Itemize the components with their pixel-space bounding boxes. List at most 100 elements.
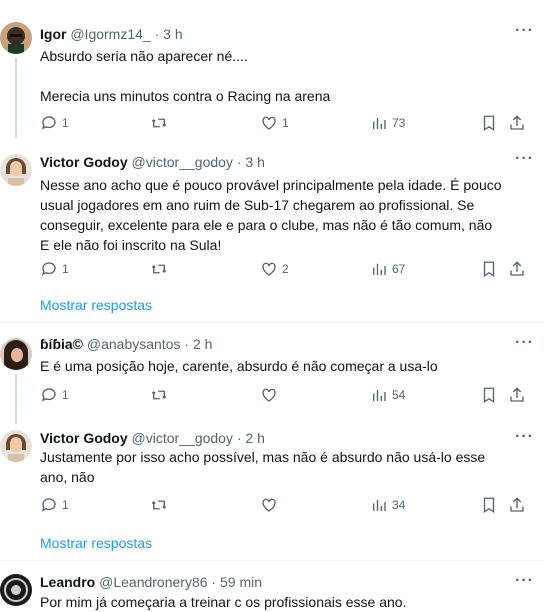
display-name[interactable]: Igor — [40, 26, 66, 42]
timestamp[interactable]: 3 h — [163, 26, 182, 42]
reply-header: Victor Godoy @victor__godoy · 3 h — [40, 152, 265, 172]
retweet-button[interactable] — [150, 259, 172, 279]
thread-line — [15, 58, 17, 138]
like-button[interactable]: 1 — [260, 113, 289, 133]
views-icon — [373, 117, 386, 129]
timestamp[interactable]: 59 min — [220, 574, 262, 590]
display-name[interactable]: Victor Godoy — [40, 154, 128, 170]
show-replies-link[interactable]: Mostrar respostas — [40, 297, 152, 313]
heart-icon — [262, 116, 276, 130]
separator: · — [154, 26, 160, 42]
bookmark-button[interactable] — [480, 259, 498, 279]
more-icon[interactable]: ··· — [515, 572, 534, 590]
comment-icon — [41, 262, 56, 276]
share-icon — [510, 497, 524, 512]
reply-button[interactable]: 1 — [40, 385, 69, 405]
display-name[interactable]: ɓíɓia© — [40, 336, 83, 352]
views-icon — [373, 499, 386, 511]
reply-leandro[interactable]: Leandro @Leandronery86 · 59 min ··· Por … — [0, 572, 540, 610]
share-button[interactable] — [508, 113, 526, 133]
more-icon[interactable]: ··· — [515, 22, 534, 40]
separator: · — [184, 336, 190, 352]
more-icon[interactable]: ··· — [515, 150, 534, 168]
retweet-icon — [151, 118, 167, 128]
reply-text: Justamente por isso acho possível, mas n… — [40, 449, 486, 485]
action-bar: 1 54 — [40, 385, 530, 405]
reply-button[interactable]: 1 — [40, 495, 69, 515]
show-replies-link[interactable]: Mostrar respostas — [40, 535, 152, 551]
bookmark-icon — [483, 115, 495, 132]
display-name[interactable]: Victor Godoy — [40, 430, 128, 446]
handle[interactable]: @anabysantos — [87, 336, 181, 352]
comment-icon — [41, 116, 56, 130]
reply-bibia[interactable]: ɓíɓia© @anabysantos · 2 h ··· E é uma po… — [0, 334, 540, 424]
separator: · — [211, 574, 217, 590]
like-button[interactable] — [260, 385, 282, 405]
like-button[interactable]: 2 — [260, 259, 289, 279]
action-bar: 1 2 67 — [40, 259, 530, 279]
divider — [0, 322, 545, 323]
views-icon — [373, 263, 386, 275]
avatar[interactable] — [0, 574, 32, 606]
bookmark-icon — [483, 497, 495, 514]
retweet-button[interactable] — [150, 495, 172, 515]
share-icon — [510, 115, 524, 130]
retweet-icon — [151, 500, 167, 510]
bookmark-button[interactable] — [480, 385, 498, 405]
timestamp[interactable]: 2 h — [245, 430, 264, 446]
retweet-icon — [151, 390, 167, 400]
reply-victor-2[interactable]: Victor Godoy @victor__godoy · 2 h ··· Ju… — [0, 428, 540, 528]
avatar[interactable] — [0, 22, 32, 54]
comment-icon — [41, 388, 56, 402]
reply-text: E é uma posição hoje, carente, absurdo é… — [40, 358, 438, 374]
handle[interactable]: @Leandronery86 — [99, 574, 207, 590]
action-bar: 1 1 73 — [40, 113, 530, 133]
more-icon[interactable]: ··· — [515, 334, 534, 352]
display-name[interactable]: Leandro — [40, 574, 95, 590]
views-button[interactable]: 67 — [370, 259, 405, 279]
handle[interactable]: @Igormz14_ — [70, 26, 150, 42]
heart-icon — [262, 498, 276, 512]
share-button[interactable] — [508, 385, 526, 405]
reply-header: Leandro @Leandronery86 · 59 min — [40, 572, 262, 592]
reply-text: Por mim já começaria a treinar c os prof… — [40, 594, 407, 610]
views-icon — [373, 389, 386, 401]
reply-igor[interactable]: Igor @Igormz14_ · 3 h ··· Absurdo seria … — [0, 18, 540, 138]
separator: · — [236, 430, 242, 446]
heart-icon — [262, 262, 276, 276]
handle[interactable]: @victor__godoy — [132, 430, 233, 446]
separator: · — [236, 154, 242, 170]
reply-header: ɓíɓia© @anabysantos · 2 h — [40, 334, 212, 354]
share-icon — [510, 261, 524, 276]
thread-line — [15, 374, 17, 424]
reply-button[interactable]: 1 — [40, 113, 69, 133]
reply-victor-1[interactable]: Victor Godoy @victor__godoy · 3 h ··· Ne… — [0, 150, 540, 290]
timestamp[interactable]: 3 h — [245, 154, 264, 170]
reply-header: Victor Godoy @victor__godoy · 2 h — [40, 428, 265, 448]
action-bar: 1 34 — [40, 495, 530, 515]
avatar[interactable] — [0, 154, 32, 186]
avatar[interactable] — [0, 338, 32, 370]
reply-text: Nesse ano acho que é pouco provável prin… — [40, 177, 502, 253]
share-icon — [510, 387, 524, 402]
retweet-icon — [151, 264, 167, 274]
timestamp[interactable]: 2 h — [193, 336, 212, 352]
like-button[interactable] — [260, 495, 282, 515]
comment-icon — [41, 498, 56, 512]
bookmark-icon — [483, 387, 495, 404]
avatar[interactable] — [0, 430, 32, 462]
bookmark-button[interactable] — [480, 113, 498, 133]
retweet-button[interactable] — [150, 385, 172, 405]
views-button[interactable]: 34 — [370, 495, 405, 515]
bookmark-button[interactable] — [480, 495, 498, 515]
reply-header: Igor @Igormz14_ · 3 h — [40, 24, 183, 44]
views-button[interactable]: 73 — [370, 113, 405, 133]
reply-button[interactable]: 1 — [40, 259, 69, 279]
more-icon[interactable]: ··· — [515, 428, 534, 446]
share-button[interactable] — [508, 259, 526, 279]
share-button[interactable] — [508, 495, 526, 515]
views-button[interactable]: 54 — [370, 385, 405, 405]
handle[interactable]: @victor__godoy — [132, 154, 233, 170]
heart-icon — [262, 388, 276, 402]
retweet-button[interactable] — [150, 113, 172, 133]
